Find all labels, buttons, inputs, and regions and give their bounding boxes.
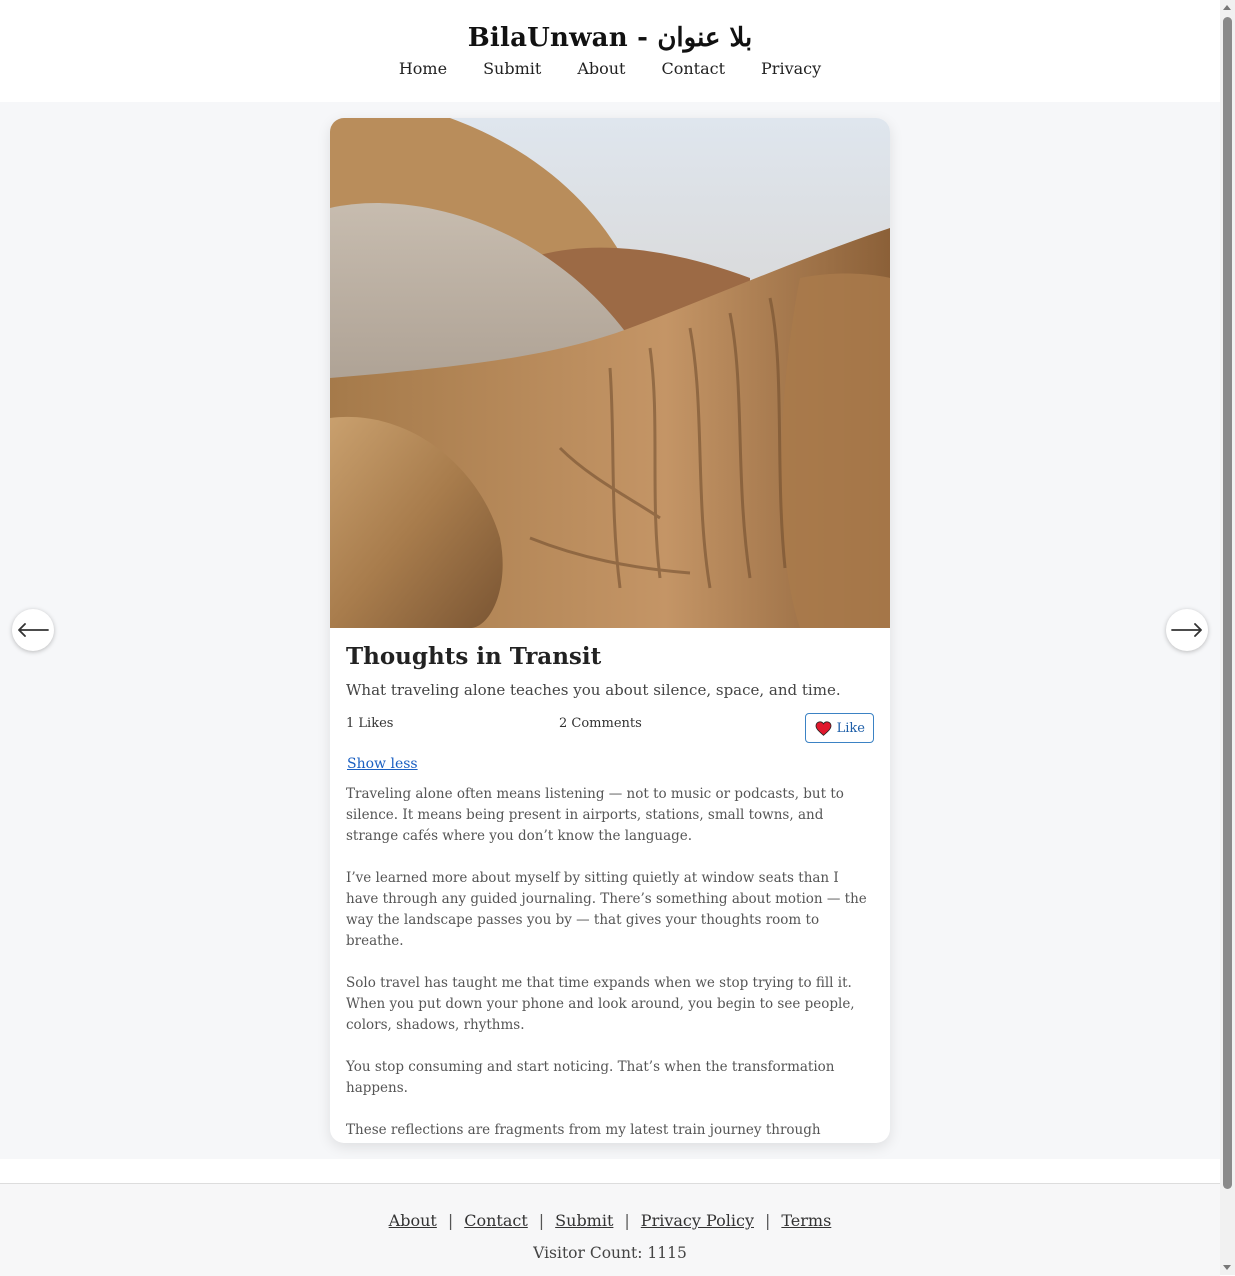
comments-count[interactable]: 2 Comments xyxy=(559,716,642,731)
scrollbar-thumb[interactable] xyxy=(1223,17,1232,1189)
footer-separator: | xyxy=(538,1211,545,1230)
visitor-count: Visitor Count: 1115 xyxy=(533,1244,687,1262)
post-content: Traveling alone often means listening — … xyxy=(346,784,874,1143)
nav-contact[interactable]: Contact xyxy=(661,58,725,80)
footer-separator: | xyxy=(624,1211,630,1230)
nav-home[interactable]: Home xyxy=(399,58,447,80)
site-title: BilaUnwan - بلا عنوان xyxy=(467,23,753,53)
main-content: Thoughts in Transit What traveling alone… xyxy=(0,102,1220,1159)
post-paragraph: Traveling alone often means listening — … xyxy=(346,786,844,844)
post-paragraph: You stop consuming and start noticing. T… xyxy=(346,1059,835,1096)
scroll-down-icon[interactable] xyxy=(1223,1265,1231,1270)
nav-privacy[interactable]: Privacy xyxy=(761,58,821,80)
site-footer: About | Contact | Submit | Privacy Policy | Term… xyxy=(0,1183,1220,1276)
footer-separator: | xyxy=(447,1211,454,1230)
footer-link-terms[interactable]: Terms xyxy=(781,1211,831,1230)
post-body: Thoughts in Transit What traveling alone… xyxy=(330,628,890,1143)
footer-link-about[interactable]: About xyxy=(389,1211,437,1230)
footer-link-submit[interactable]: Submit xyxy=(555,1211,613,1230)
like-button-label: Like xyxy=(836,720,865,736)
page: BilaUnwan - بلا عنوان Home Submit About … xyxy=(0,0,1220,1276)
arrow-left-icon xyxy=(18,623,49,637)
heart-icon xyxy=(815,720,832,736)
post-subtitle: What traveling alone teaches you about s… xyxy=(346,681,841,699)
vertical-scrollbar[interactable] xyxy=(1220,0,1235,1275)
post-image xyxy=(330,118,890,628)
show-less-link[interactable]: Show less xyxy=(347,754,418,774)
footer-link-privacy-policy[interactable]: Privacy Policy xyxy=(641,1211,754,1230)
footer-separator: | xyxy=(764,1211,771,1230)
post-title: Thoughts in Transit xyxy=(346,643,602,670)
like-button[interactable]: Like xyxy=(804,713,874,743)
main-nav: Home Submit About Contact Privacy xyxy=(0,58,1220,80)
nav-about[interactable]: About xyxy=(577,58,625,80)
footer-link-contact[interactable]: Contact xyxy=(464,1211,528,1230)
nav-submit[interactable]: Submit xyxy=(483,58,541,80)
scroll-up-icon[interactable] xyxy=(1223,5,1231,10)
site-header: BilaUnwan - بلا عنوان Home Submit About … xyxy=(0,0,1220,102)
post-paragraph: These reflections are fragments from my … xyxy=(346,1122,821,1138)
post-card: Thoughts in Transit What traveling alone… xyxy=(330,118,890,1143)
post-meta: 1 Likes 2 Comments Like xyxy=(346,713,874,753)
footer-links: About | Contact | Submit | Privacy Policy | Term… xyxy=(0,1210,1220,1232)
likes-count: 1 Likes xyxy=(346,716,394,731)
post-paragraph: Solo travel has taught me that time expa… xyxy=(346,975,855,1033)
arrow-right-icon xyxy=(1171,623,1202,637)
previous-post-button[interactable] xyxy=(12,609,54,651)
next-post-button[interactable] xyxy=(1166,609,1208,651)
post-paragraph: I’ve learned more about myself by sittin… xyxy=(346,870,867,949)
